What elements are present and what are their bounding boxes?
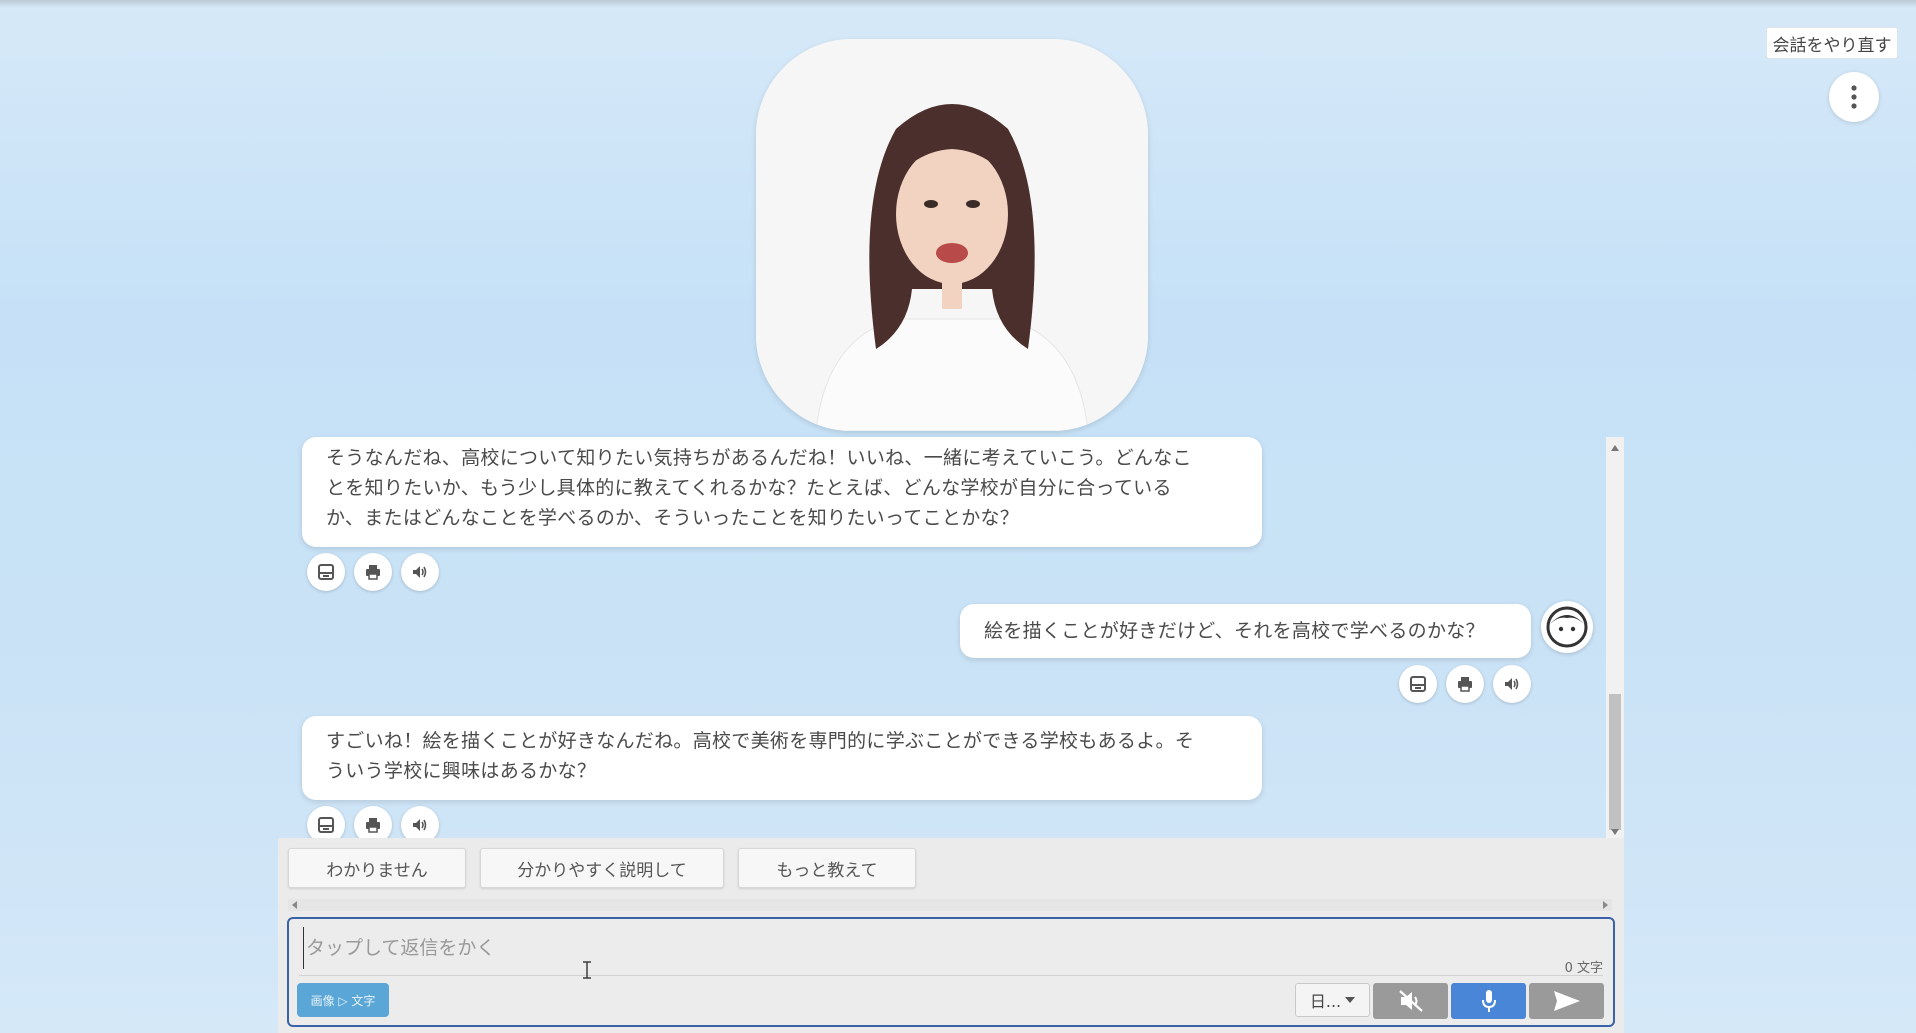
- scroll-left-arrow-icon[interactable]: [292, 901, 297, 909]
- message-line: 絵を描くことが好きだけど、それを高校で学べるのかな？: [984, 620, 1485, 642]
- quick-reply-explain-simply[interactable]: 分かりやすく説明して: [480, 848, 724, 888]
- user-message-actions: [1399, 665, 1531, 703]
- top-edge-shadow: [0, 0, 1916, 8]
- quick-reply-scrollbar[interactable]: [288, 899, 1612, 911]
- scroll-up-arrow-icon[interactable]: [1611, 445, 1619, 451]
- scroll-down-arrow-icon[interactable]: [1611, 829, 1619, 835]
- quick-reply-dont-understand[interactable]: わかりません: [288, 848, 466, 888]
- more-vert-icon: [1851, 85, 1857, 109]
- print-button[interactable]: [1446, 665, 1484, 703]
- scroll-thumb[interactable]: [1609, 694, 1621, 830]
- mute-button[interactable]: [1373, 983, 1448, 1019]
- save-icon: [1410, 676, 1426, 692]
- menu-button[interactable]: [1829, 72, 1879, 122]
- chat-scrollbar[interactable]: [1606, 437, 1624, 839]
- image-to-text-label: 画像 ▷ 文字: [310, 993, 376, 1008]
- speaker-icon: [413, 819, 427, 831]
- print-icon: [1458, 677, 1472, 692]
- print-icon: [366, 565, 380, 580]
- message-line: ういう学校に興味はあるかな？: [326, 760, 597, 782]
- save-icon: [318, 817, 334, 833]
- message-line: すごいね！絵を描くことが好きなんだね。高校で美術を専門的に学ぶことができる学校も…: [326, 730, 1195, 752]
- restart-conversation-button[interactable]: 会話をやり直す: [1766, 27, 1898, 59]
- message-line: とを知りたいか、もう少し具体的に教えてくれるかな？たとえば、どんな学校が自分に合…: [326, 477, 1172, 499]
- chevron-down-icon: [1345, 997, 1356, 1003]
- print-button[interactable]: [354, 553, 392, 591]
- language-select[interactable]: 日...: [1295, 983, 1370, 1017]
- microphone-button[interactable]: [1451, 983, 1526, 1019]
- reply-composer: 0 文字 画像 ▷ 文字 日...: [287, 917, 1615, 1027]
- reply-panel: わかりません 分かりやすく説明して もっと教えて 0 文字 画像 ▷ 文字 日.…: [278, 838, 1624, 1033]
- save-button[interactable]: [307, 553, 345, 591]
- assistant-message-2: すごいね！絵を描くことが好きなんだね。高校で美術を専門的に学ぶことができる学校も…: [302, 716, 1262, 800]
- assistant-avatar-portrait: [756, 39, 1148, 431]
- language-label: 日...: [1309, 992, 1342, 1011]
- composer-divider: [299, 975, 1603, 976]
- assistant-message-1-actions: [307, 553, 439, 591]
- reply-input[interactable]: [303, 927, 1508, 969]
- speak-button[interactable]: [1493, 665, 1531, 703]
- quick-reply-row: わかりません 分かりやすく説明して もっと教えて: [288, 848, 916, 888]
- speaker-muted-icon: [1398, 990, 1423, 1012]
- speaker-icon: [413, 566, 427, 578]
- save-button[interactable]: [1399, 665, 1437, 703]
- user-avatar: [1541, 601, 1593, 653]
- user-message: 絵を描くことが好きだけど、それを高校で学べるのかな？: [960, 604, 1531, 658]
- user-face-icon: [1546, 606, 1588, 648]
- image-to-text-button[interactable]: 画像 ▷ 文字: [297, 983, 389, 1017]
- assistant-message-1: そうなんだね、高校について知りたい気持ちがあるんだね！いいね、一緒に考えていこう…: [302, 437, 1262, 547]
- message-line: か、またはどんなことを学べるのか、そういったことを知りたいってことかな？: [326, 507, 1020, 529]
- send-button[interactable]: [1529, 983, 1604, 1019]
- char-count: 0 文字: [1564, 961, 1603, 976]
- quick-reply-tell-more[interactable]: もっと教えて: [738, 848, 916, 888]
- microphone-icon: [1481, 990, 1496, 1012]
- speak-button[interactable]: [401, 553, 439, 591]
- save-icon: [318, 564, 334, 580]
- message-line: そうなんだね、高校について知りたい気持ちがあるんだね！いいね、一緒に考えていこう…: [326, 447, 1192, 469]
- print-icon: [366, 818, 380, 833]
- scroll-right-arrow-icon[interactable]: [1603, 901, 1608, 909]
- text-cursor-icon: [583, 961, 591, 979]
- woman-portrait-image: [756, 39, 1148, 431]
- send-icon: [1553, 991, 1580, 1011]
- speaker-icon: [1505, 678, 1519, 690]
